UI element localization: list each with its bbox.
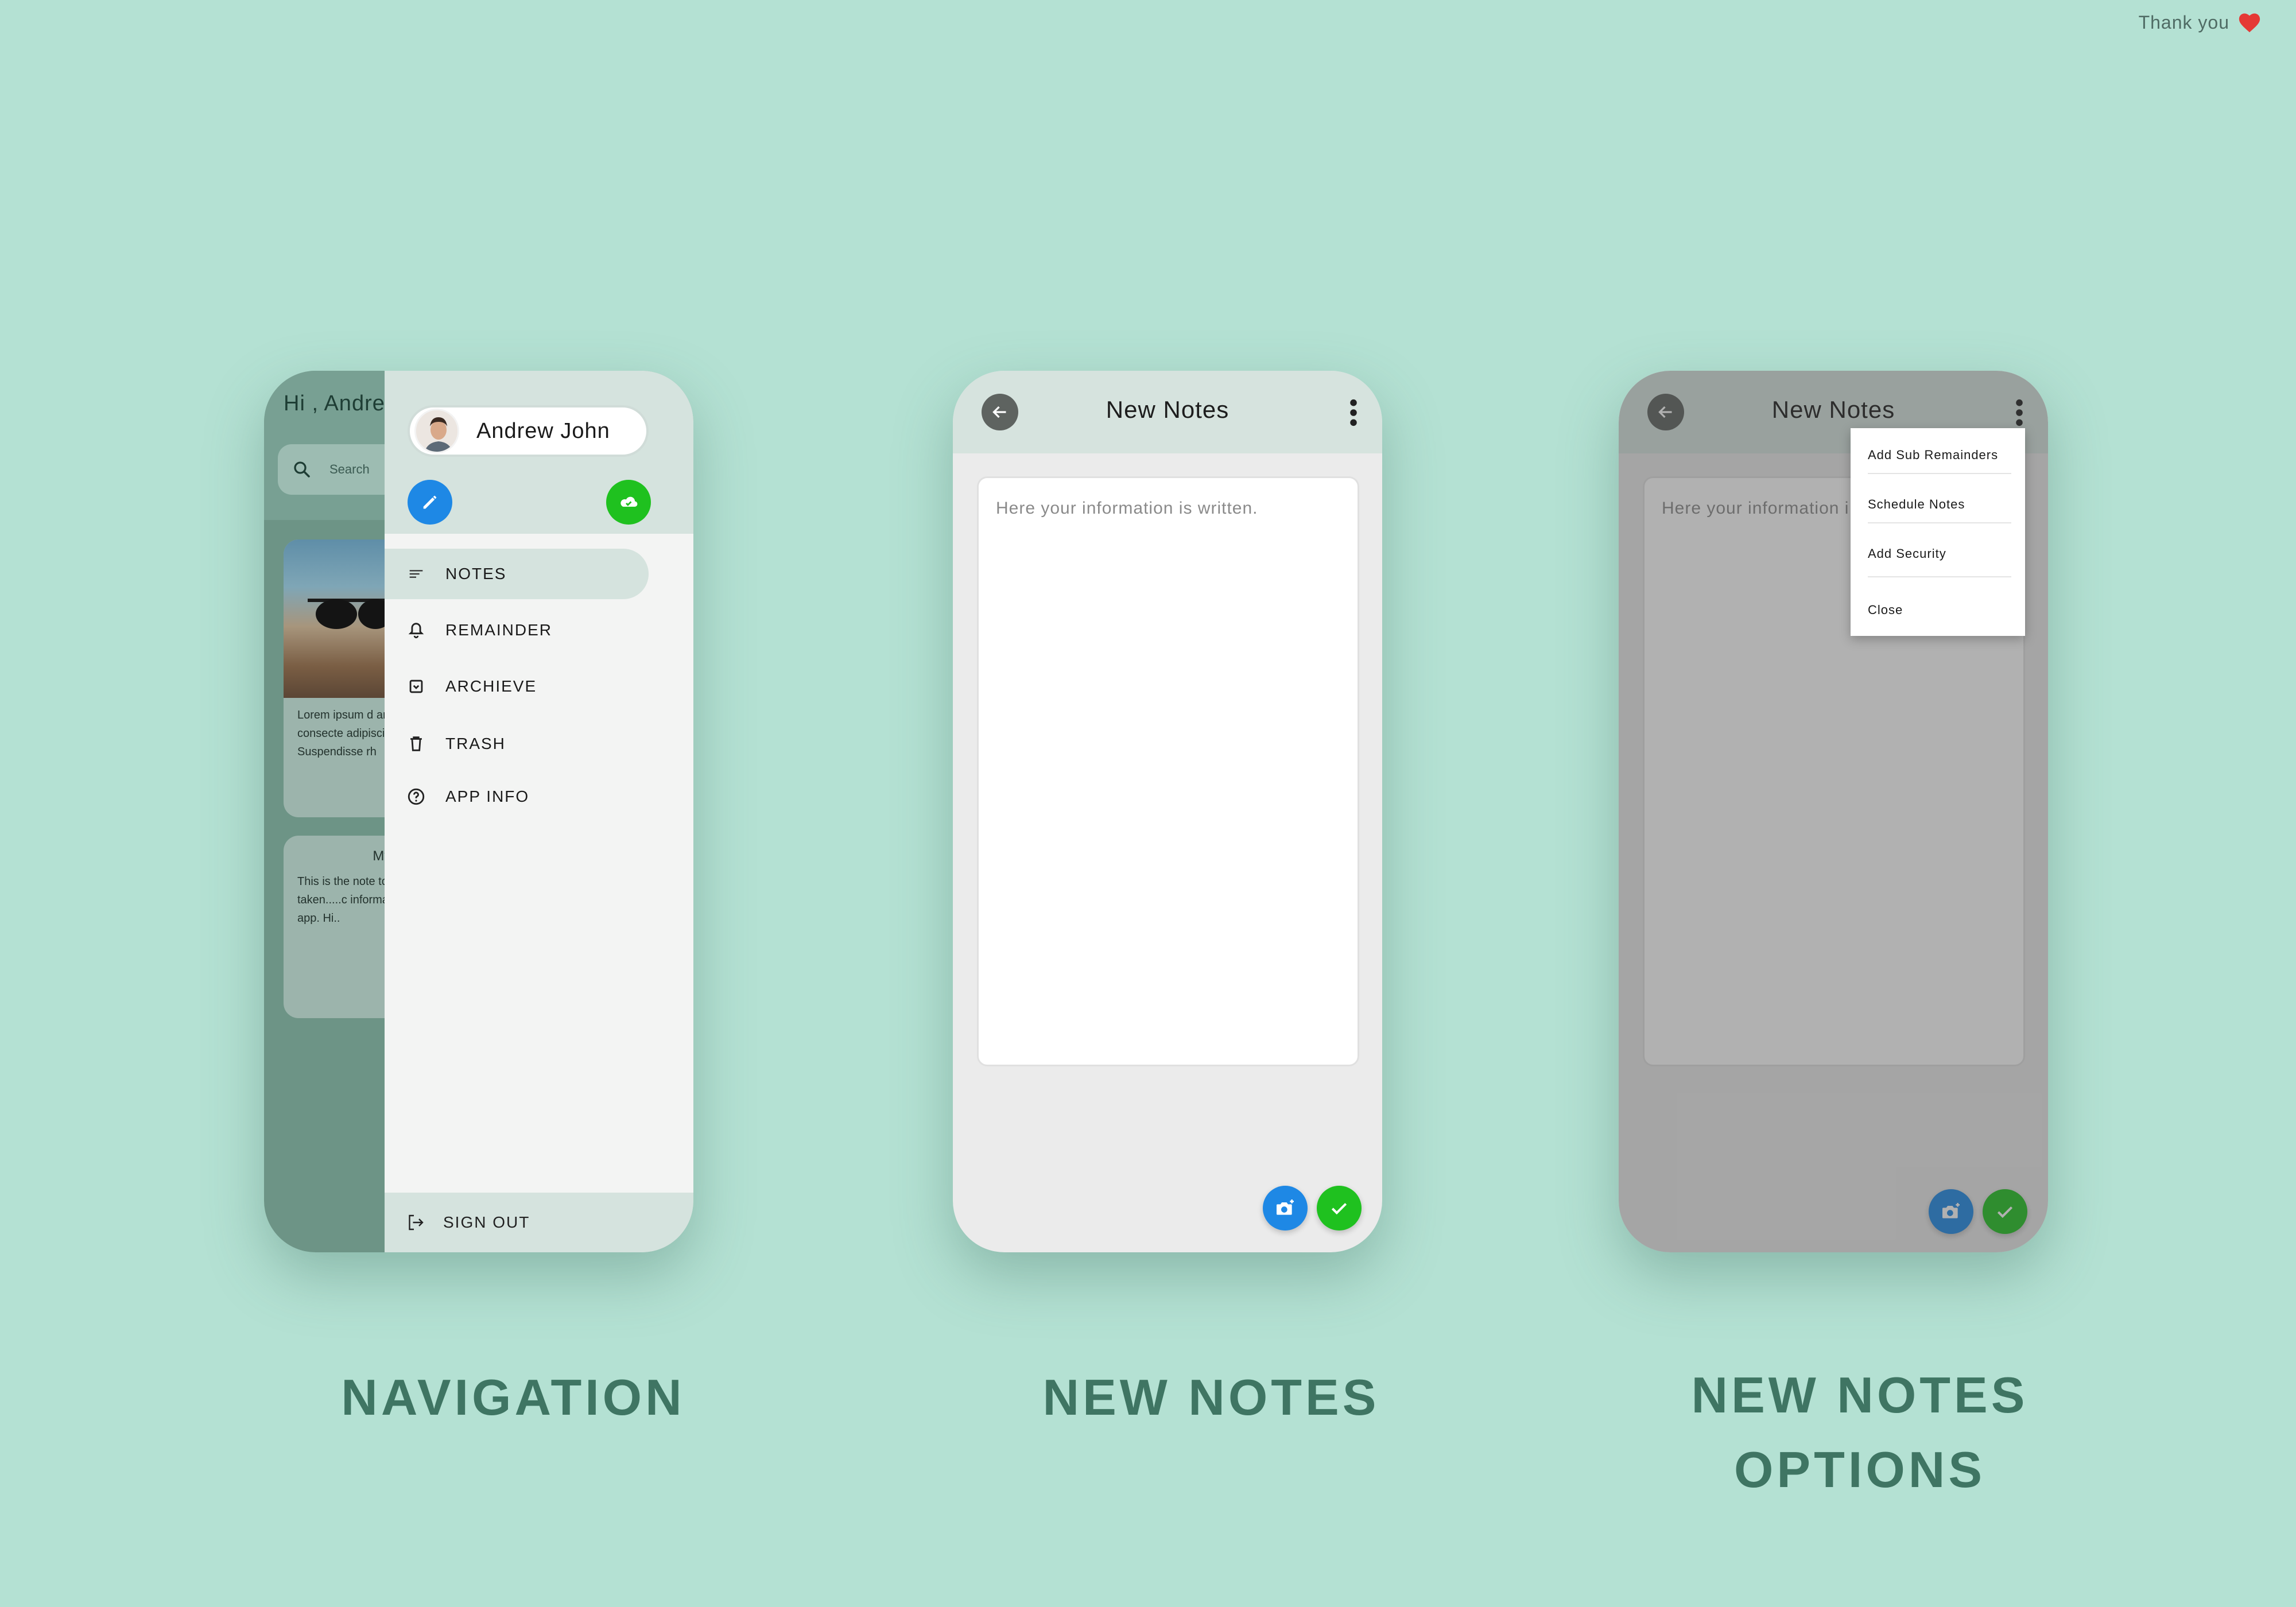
caption-new-notes: NEW NOTES — [1042, 1369, 1380, 1426]
search-icon — [294, 461, 310, 478]
drawer-item-trash[interactable]: TRASH — [385, 719, 649, 769]
menu-item-add-security[interactable]: Add Security — [1868, 546, 2011, 561]
new-notes-options-phone: New Notes Here your information i Add Su… — [1619, 371, 2048, 1252]
drawer-item-notes[interactable]: NOTES — [385, 549, 649, 599]
add-photo-button[interactable] — [1263, 1186, 1308, 1231]
sync-button[interactable] — [606, 480, 651, 525]
thank-you-text: Thank you — [2138, 11, 2229, 33]
menu-divider — [1868, 576, 2011, 577]
logout-icon — [409, 1214, 424, 1231]
pencil-icon — [423, 495, 437, 509]
profile-name: Andrew John — [476, 418, 610, 443]
greeting-text: Hi , Andre — [284, 391, 385, 416]
avatar — [414, 409, 459, 453]
app-bar: New Notes — [953, 371, 1382, 453]
menu-item-close[interactable]: Close — [1868, 603, 2011, 618]
notes-lines-icon — [409, 570, 423, 578]
profile-chip[interactable]: Andrew John — [408, 405, 649, 457]
sign-out-button[interactable]: SIGN OUT — [385, 1193, 693, 1252]
caption-new-notes-options: NEW NOTES OPTIONS — [1619, 1358, 2101, 1507]
menu-divider — [1868, 473, 2011, 474]
drawer-header: Andrew John — [385, 371, 693, 534]
drawer-item-remainder[interactable]: REMAINDER — [385, 605, 649, 655]
cloud-check-icon — [620, 496, 638, 507]
thank-you-note: Thank you — [2139, 11, 2262, 33]
navigation-drawer: Andrew John NOTES REMAINDER ARCHIEVE TRA… — [385, 371, 693, 1252]
save-button[interactable] — [1317, 1186, 1362, 1231]
archive-icon — [409, 680, 423, 693]
new-notes-phone: New Notes Here your information is writt… — [953, 371, 1382, 1252]
navigation-phone: Hi , Andre Search Lorem ipsum d amet, co… — [264, 371, 693, 1252]
menu-item-add-sub-remainders[interactable]: Add Sub Remainders — [1868, 448, 2011, 463]
edit-button[interactable] — [408, 480, 452, 525]
bell-icon — [408, 623, 424, 639]
options-menu: Add Sub Remainders Schedule Notes Add Se… — [1851, 428, 2025, 636]
more-vertical-icon[interactable] — [1347, 398, 1360, 427]
help-circle-icon — [408, 788, 425, 805]
drawer-item-label: TRASH — [445, 735, 506, 752]
trash-icon — [410, 736, 422, 751]
heart-icon — [2239, 13, 2260, 33]
menu-item-schedule-notes[interactable]: Schedule Notes — [1868, 497, 2011, 512]
menu-divider — [1868, 522, 2011, 523]
sign-out-label: SIGN OUT — [443, 1213, 530, 1231]
check-icon — [1331, 1203, 1347, 1215]
search-placeholder: Search — [329, 462, 370, 476]
sunglasses-image — [308, 599, 394, 629]
caption-line-2: OPTIONS — [1733, 1441, 1986, 1498]
drawer-item-label: APP INFO — [445, 787, 530, 805]
caption-navigation: NAVIGATION — [341, 1369, 685, 1426]
drawer-item-app-info[interactable]: APP INFO — [385, 771, 649, 822]
drawer-item-label: NOTES — [445, 565, 507, 583]
drawer-item-label: ARCHIEVE — [445, 677, 537, 695]
caption-line-1: NEW NOTES — [1691, 1367, 2029, 1423]
page-title: New Notes — [1106, 396, 1230, 423]
drawer-item-label: REMAINDER — [445, 621, 553, 639]
drawer-item-archieve[interactable]: ARCHIEVE — [385, 661, 649, 712]
user-photo-icon — [416, 410, 457, 452]
add-photo-icon — [1277, 1200, 1294, 1215]
note-input[interactable]: Here your information is written. — [977, 476, 1359, 1066]
